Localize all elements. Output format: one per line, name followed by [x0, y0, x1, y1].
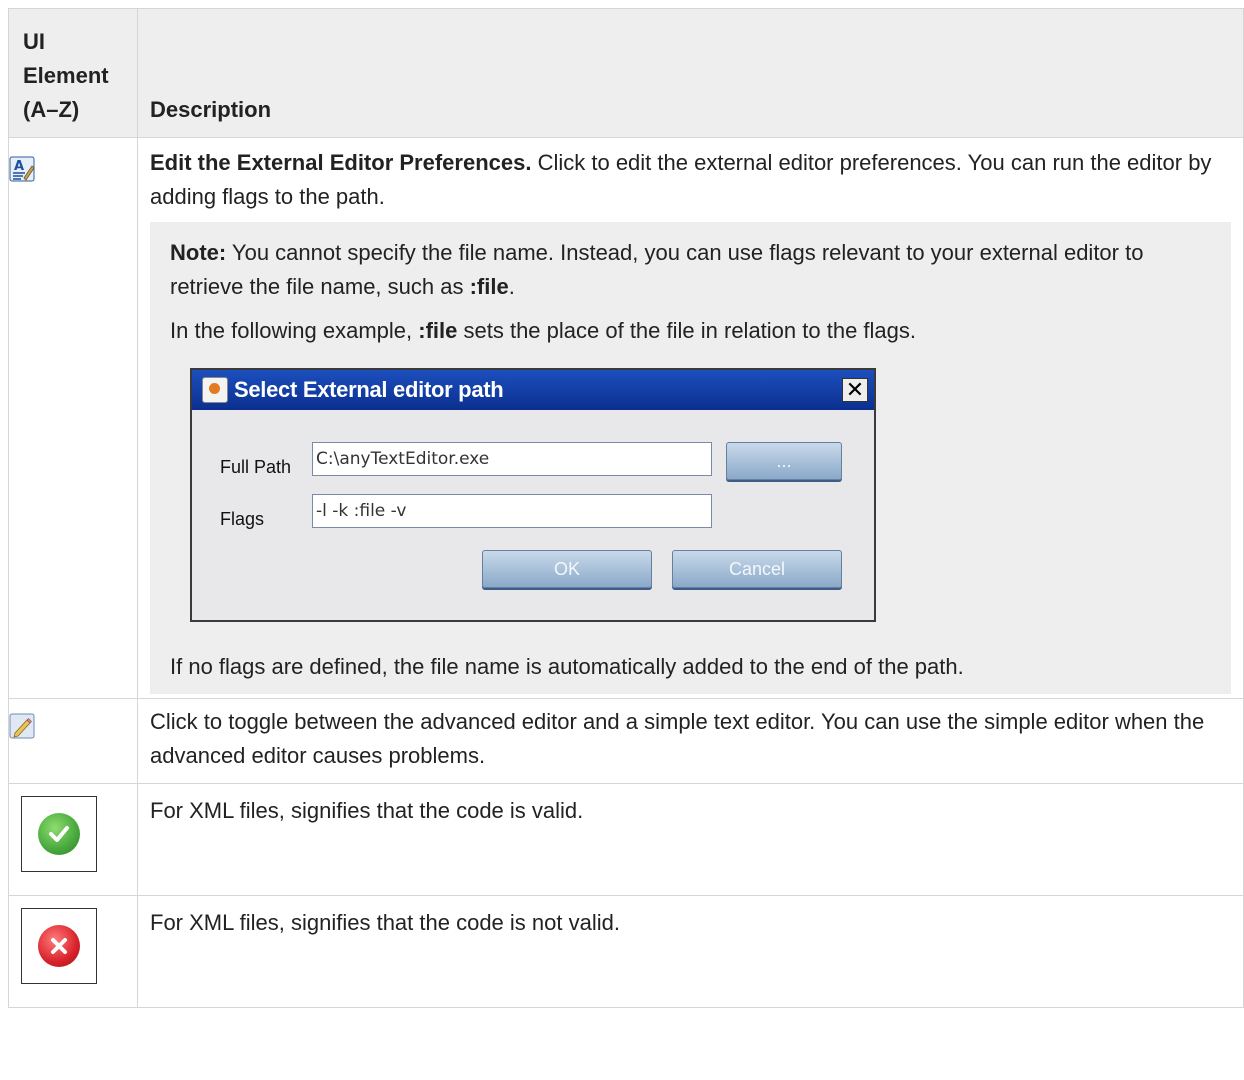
description-cell: Click to toggle between the advanced edi… — [137, 698, 1244, 784]
svg-text:A: A — [14, 159, 24, 174]
row-text: Click to toggle between the advanced edi… — [150, 709, 1205, 768]
edit-text-icon: A — [9, 156, 35, 187]
note-paragraph-1: Note: You cannot specify the file name. … — [170, 236, 1211, 304]
table-row: Click to toggle between the advanced edi… — [8, 698, 1244, 784]
icon-cell: A — [8, 137, 138, 699]
ui-elements-table: UI Element (A–Z) Description A Edit the … — [8, 8, 1244, 1008]
row-text: For XML files, signifies that the code i… — [150, 910, 620, 935]
table-row: For XML files, signifies that the code i… — [8, 895, 1244, 1008]
dialog-close-button[interactable]: ✕ — [842, 378, 868, 402]
note-text-2-start: In the following example, — [170, 318, 419, 343]
note-text-1: You cannot specify the file name. Instea… — [170, 240, 1144, 299]
note-text-2-end: sets the place of the file in relation t… — [457, 318, 917, 343]
java-app-icon — [202, 377, 228, 403]
icon-cell — [8, 783, 138, 896]
row-text: For XML files, signifies that the code i… — [150, 798, 584, 823]
header-ui-element: UI Element (A–Z) — [8, 8, 138, 138]
dialog-body: Full Path C:\anyTextEditor.exe ... Flags… — [192, 410, 874, 620]
external-editor-dialog-screenshot: Select External editor path ✕ Full Path … — [190, 368, 876, 622]
description-cell: Edit the External Editor Preferences. Cl… — [137, 137, 1244, 699]
flags-input[interactable]: -l -k :file -v — [312, 494, 712, 528]
description-cell: For XML files, signifies that the code i… — [137, 895, 1244, 1008]
full-path-input[interactable]: C:\anyTextEditor.exe — [312, 442, 712, 476]
note-box: Note: You cannot specify the file name. … — [150, 222, 1231, 694]
table-row: A Edit the External Editor Preferences. … — [8, 137, 1244, 699]
row-title: Edit the External Editor Preferences. — [150, 150, 532, 175]
header-description-label: Description — [150, 97, 272, 122]
pencil-icon — [9, 713, 35, 744]
description-cell: For XML files, signifies that the code i… — [137, 783, 1244, 896]
cancel-button[interactable]: Cancel — [672, 550, 842, 588]
note-paragraph-2: In the following example, :file sets the… — [170, 314, 1211, 348]
header-description: Description — [137, 8, 1244, 138]
flags-label: Flags — [220, 509, 265, 529]
note-text-1-end: . — [508, 274, 515, 299]
invalid-x-icon — [21, 908, 97, 984]
table-header-row: UI Element (A–Z) Description — [8, 8, 1244, 138]
dialog-title: Select External editor path — [234, 377, 504, 402]
ok-button[interactable]: OK — [482, 550, 652, 588]
header-ui-element-label: UI Element (A–Z) — [23, 29, 109, 122]
table-row: For XML files, signifies that the code i… — [8, 783, 1244, 896]
valid-check-icon — [21, 796, 97, 872]
dialog-title-bar: Select External editor path ✕ — [192, 370, 874, 410]
code-file-2: :file — [418, 318, 458, 343]
icon-cell — [8, 895, 138, 1008]
note-paragraph-3: If no flags are defined, the file name i… — [170, 654, 964, 679]
note-label: Note: — [170, 240, 227, 265]
icon-cell — [8, 698, 138, 784]
code-file-1: :file — [469, 274, 509, 299]
browse-button[interactable]: ... — [726, 442, 842, 480]
full-path-label: Full Path — [220, 457, 292, 477]
